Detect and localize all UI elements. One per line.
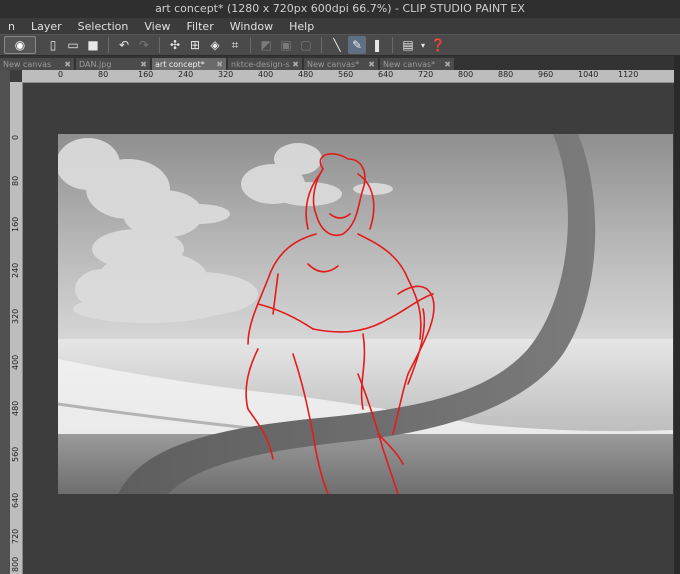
tab-label: art concept* bbox=[155, 59, 205, 69]
new-file-icon[interactable]: ▯ bbox=[44, 36, 62, 54]
chevron-down-icon[interactable]: ▾ bbox=[419, 36, 427, 54]
vertical-ruler[interactable]: 0 80 160 240 320 400 480 560 640 720 800 bbox=[10, 82, 23, 574]
redo-icon[interactable]: ↷ bbox=[135, 36, 153, 54]
ruler-tick-label: 240 bbox=[11, 262, 20, 278]
horizontal-ruler[interactable]: 0 80 160 240 320 400 480 560 640 720 800… bbox=[22, 70, 674, 83]
display-icon[interactable]: ▤ bbox=[399, 36, 417, 54]
window-title: art concept* (1280 x 720px 600dpi 66.7%)… bbox=[0, 0, 680, 18]
ruler-tick-label: 0 bbox=[58, 70, 64, 79]
ruler-tick-label: 160 bbox=[138, 70, 154, 79]
ruler-tick-label: 1040 bbox=[578, 70, 599, 79]
ruler-tick-label: 800 bbox=[458, 70, 474, 79]
toolbar-divider bbox=[159, 37, 160, 53]
pen-tablet-icon[interactable]: ❚ bbox=[368, 36, 386, 54]
ruler-tick-label: 640 bbox=[378, 70, 394, 79]
ruler-tick-label: 320 bbox=[218, 70, 234, 79]
scrollbar[interactable] bbox=[674, 56, 680, 574]
menu-item-filter[interactable]: Filter bbox=[178, 20, 221, 33]
ruler-tick-label: 560 bbox=[338, 70, 354, 79]
ruler-tick-label: 400 bbox=[11, 354, 20, 370]
ruler-tick-label: 320 bbox=[11, 308, 20, 324]
tab-label: New canvas bbox=[3, 59, 52, 69]
tab-art-concept[interactable]: art concept* ✖ bbox=[152, 58, 226, 70]
tab-label: DAN.jpg bbox=[79, 59, 112, 69]
tab-nktce-design[interactable]: nktce-design-s ✖ bbox=[228, 58, 302, 70]
ruler-tick-label: 240 bbox=[178, 70, 194, 79]
toolbar-divider bbox=[392, 37, 393, 53]
layer-a-icon[interactable]: ◩ bbox=[257, 36, 275, 54]
tab-label: nktce-design-s bbox=[231, 59, 290, 69]
help-icon[interactable]: ❓ bbox=[429, 36, 447, 54]
close-icon[interactable]: ✖ bbox=[64, 60, 71, 69]
tab-new-canvas-3[interactable]: New canvas* ✖ bbox=[380, 58, 454, 70]
close-icon[interactable]: ✖ bbox=[292, 60, 299, 69]
ruler-tick-label: 1120 bbox=[618, 70, 639, 79]
ruler-tick-label: 400 bbox=[258, 70, 274, 79]
close-icon[interactable]: ✖ bbox=[368, 60, 375, 69]
menu-item-help[interactable]: Help bbox=[281, 20, 322, 33]
tab-label: New canvas* bbox=[307, 59, 360, 69]
ruler-tick-label: 880 bbox=[498, 70, 514, 79]
ruler-tick-label: 960 bbox=[538, 70, 554, 79]
active-pen-icon[interactable]: ✎ bbox=[348, 36, 366, 54]
toolbar-divider bbox=[321, 37, 322, 53]
tab-label: New canvas* bbox=[383, 59, 436, 69]
close-icon[interactable]: ✖ bbox=[444, 60, 451, 69]
ruler-tick-label: 160 bbox=[11, 216, 20, 232]
save-icon[interactable]: ■ bbox=[84, 36, 102, 54]
ruler-tick-label: 720 bbox=[418, 70, 434, 79]
toolbar-divider bbox=[250, 37, 251, 53]
ruler-tick-label: 80 bbox=[98, 70, 109, 79]
vector-pen-icon[interactable]: ╲ bbox=[328, 36, 346, 54]
tab-new-canvas[interactable]: New canvas ✖ bbox=[0, 58, 74, 70]
command-bar: ◉ ▯ ▭ ■ ↶ ↷ ✣ ⊞ ◈ ⌗ ◩ ▣ ▢ ╲ ✎ ❚ ▤ ▾ ❓ bbox=[0, 34, 680, 56]
menu-item-selection[interactable]: Selection bbox=[70, 20, 137, 33]
toolbar-divider bbox=[108, 37, 109, 53]
tab-dan-jpg[interactable]: DAN.jpg ✖ bbox=[76, 58, 150, 70]
menu-item-layer[interactable]: Layer bbox=[23, 20, 70, 33]
ruler-tick-label: 480 bbox=[11, 400, 20, 416]
transform-icon[interactable]: ✣ bbox=[166, 36, 184, 54]
close-icon[interactable]: ✖ bbox=[216, 60, 223, 69]
ruler-tick-label: 0 bbox=[11, 134, 20, 140]
close-icon[interactable]: ✖ bbox=[140, 60, 147, 69]
ruler-tick-label: 640 bbox=[11, 492, 20, 508]
logo-icon[interactable]: ◉ bbox=[4, 36, 36, 54]
layer-c-icon[interactable]: ▢ bbox=[297, 36, 315, 54]
ruler-tick-label: 80 bbox=[11, 175, 20, 186]
ruler-tick-label: 720 bbox=[11, 528, 20, 544]
tab-new-canvas-2[interactable]: New canvas* ✖ bbox=[304, 58, 378, 70]
tool-palette-edge[interactable] bbox=[0, 70, 10, 574]
select-all-icon[interactable]: ⊞ bbox=[186, 36, 204, 54]
fill-icon[interactable]: ◈ bbox=[206, 36, 224, 54]
menu-item-window[interactable]: Window bbox=[222, 20, 281, 33]
open-file-icon[interactable]: ▭ bbox=[64, 36, 82, 54]
menu-bar: n Layer Selection View Filter Window Hel… bbox=[0, 18, 680, 34]
ruler-tick-label: 800 bbox=[11, 556, 20, 572]
canvas-tabs: New canvas ✖ DAN.jpg ✖ art concept* ✖ nktce… bbox=[0, 56, 680, 70]
drawing-canvas[interactable] bbox=[58, 134, 673, 494]
undo-icon[interactable]: ↶ bbox=[115, 36, 133, 54]
menu-item-view[interactable]: View bbox=[136, 20, 178, 33]
ruler-tick-label: 480 bbox=[298, 70, 314, 79]
ruler-tick-label: 560 bbox=[11, 446, 20, 462]
menu-item-file[interactable]: n bbox=[0, 20, 23, 33]
crop-icon[interactable]: ⌗ bbox=[226, 36, 244, 54]
layer-b-icon[interactable]: ▣ bbox=[277, 36, 295, 54]
